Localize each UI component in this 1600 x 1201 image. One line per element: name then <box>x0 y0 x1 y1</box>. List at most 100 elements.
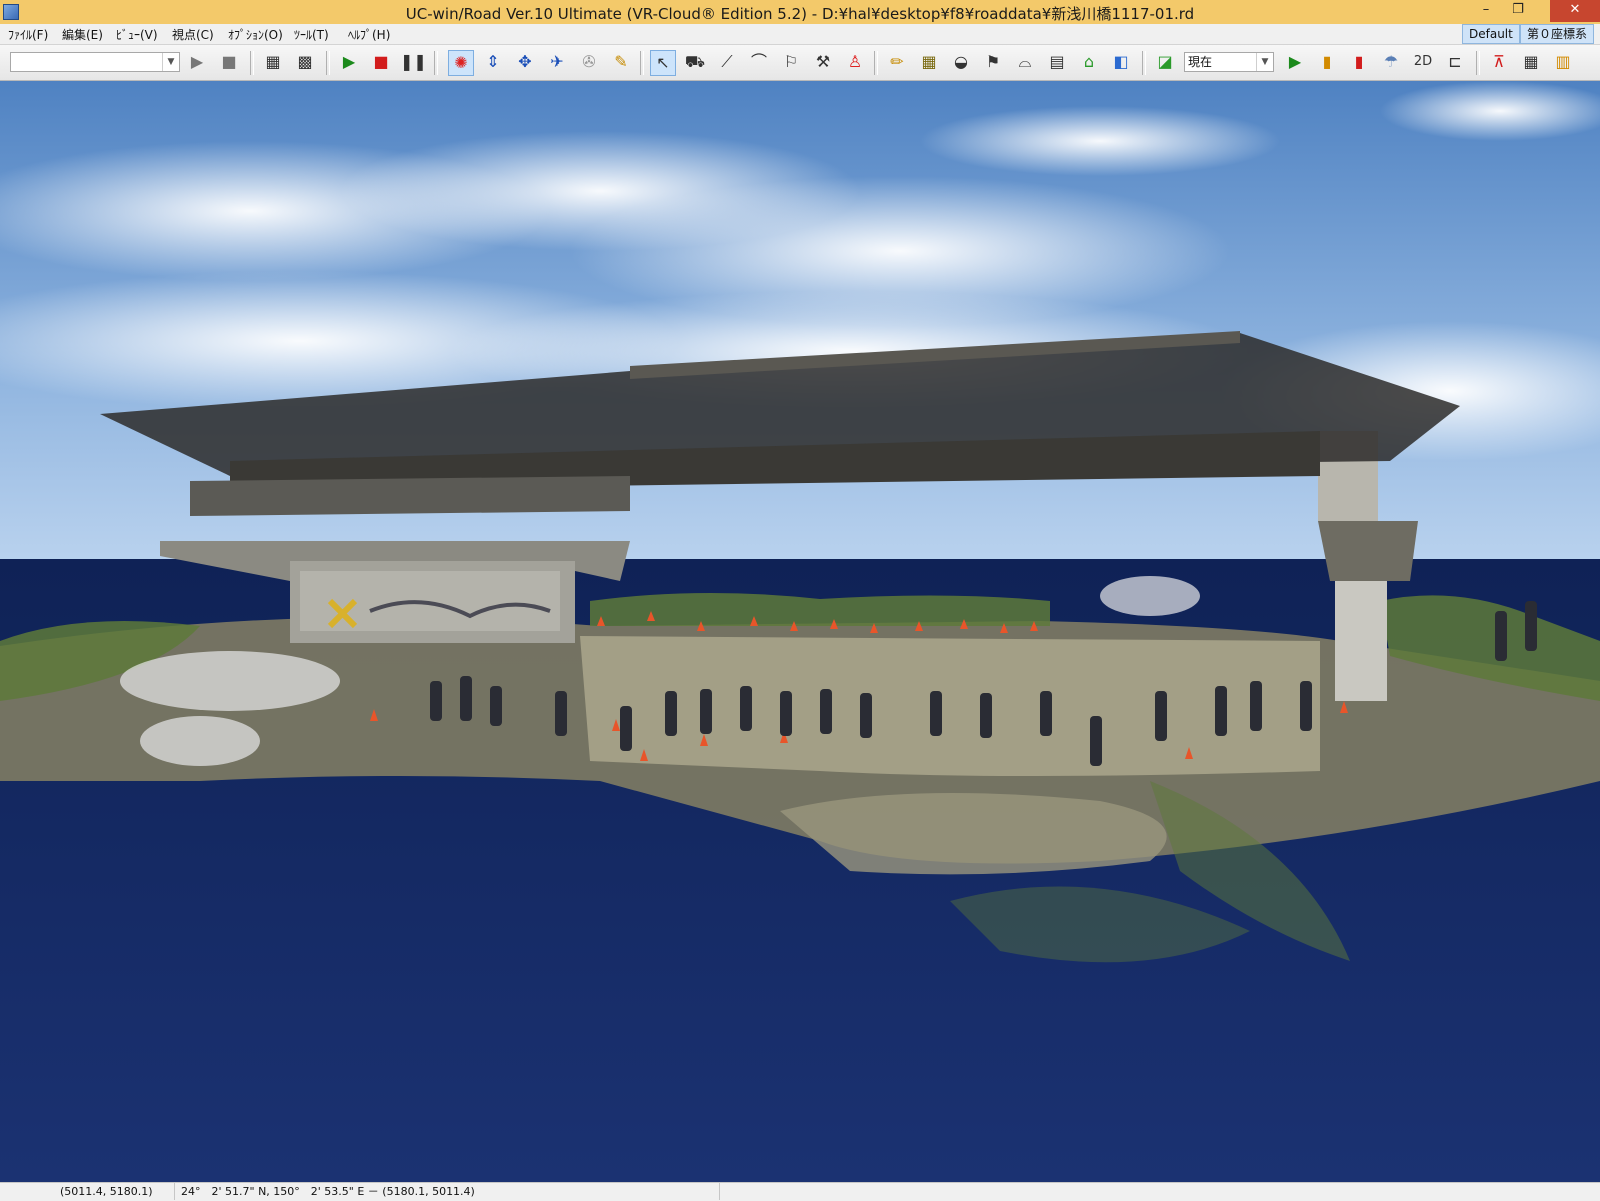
fly-button[interactable]: ✈ <box>544 50 570 76</box>
status-geo-coordinates: 24° 2' 51.7" N, 150° 2' 53.5" E － (5180.… <box>175 1183 720 1200</box>
coordinate-system-tag[interactable]: 第０座標系 <box>1520 24 1595 44</box>
close-button[interactable]: ✕ <box>1550 0 1600 22</box>
record-pause-button[interactable]: ❚❚ <box>400 50 427 76</box>
document-button[interactable]: ▤ <box>1044 50 1070 76</box>
overpass-icon: ⌓ <box>1018 52 1032 71</box>
toolbar: ▼ ▶ ■ ▦ ▩ ▶ ■ ❚❚ ✺ ⇕ ✥ ✈ ✇ ✎ ↖ ⛟ ⟋ ⌒ ⚐ ⚒… <box>0 45 1600 81</box>
map-grid-button[interactable]: ▦ <box>916 50 942 76</box>
menu-tools[interactable]: ﾂｰﾙ(T) <box>290 25 333 44</box>
properties-button[interactable]: ▥ <box>1550 50 1576 76</box>
walk-button[interactable]: ✎ <box>608 50 634 76</box>
bridge-button[interactable]: ⌒ <box>746 50 772 76</box>
status-empty <box>720 1183 1600 1200</box>
menu-edit[interactable]: 編集(E) <box>58 25 107 44</box>
menu-bar: ﾌｧｲﾙ(F) 編集(E) ﾋﾞｭｰ(V) 視点(C) ｵﾌﾟｼｮﾝ(O) ﾂｰ… <box>0 24 1600 45</box>
walk-icon: ✎ <box>614 52 628 71</box>
mode-2d-label: 2D <box>1413 54 1433 69</box>
film-settings-icon: ▩ <box>297 52 313 71</box>
sign-icon: ⚐ <box>783 52 799 71</box>
layout-button[interactable]: ▦ <box>1518 50 1544 76</box>
chart-icon: ◪ <box>1157 52 1173 71</box>
window-title: UC-win/Road Ver.10 Ultimate (VR-Cloud® E… <box>405 5 1195 23</box>
3d-viewport[interactable] <box>0 81 1600 1182</box>
vehicle-button[interactable]: ⛟ <box>682 50 708 76</box>
level-button[interactable]: ⊏ <box>1442 50 1468 76</box>
vertical-move-button[interactable]: ⇕ <box>480 50 506 76</box>
minimize-button[interactable]: – <box>1472 0 1500 22</box>
overpass-button[interactable]: ⌓ <box>1012 50 1038 76</box>
default-tag[interactable]: Default <box>1462 24 1520 44</box>
cross-section-icon: ⊼ <box>1493 52 1505 71</box>
film-settings-button[interactable]: ▩ <box>292 50 318 76</box>
character-button[interactable]: ♙ <box>842 50 868 76</box>
stop-button[interactable]: ■ <box>216 50 242 76</box>
chevron-down-icon: ▼ <box>1256 53 1273 71</box>
cube-icon: ◧ <box>1113 52 1129 71</box>
select-button[interactable]: ↖ <box>650 50 676 76</box>
helicopter-button[interactable]: ✇ <box>576 50 602 76</box>
traffic-icon: ▮ <box>1322 52 1332 71</box>
orbit-mode-button[interactable]: ✺ <box>448 50 474 76</box>
level-icon: ⊏ <box>1448 52 1462 71</box>
bridge-icon: ⌒ <box>750 52 767 71</box>
status-bar: (5011.4, 5180.1) 24° 2' 51.7" N, 150° 2'… <box>0 1182 1600 1201</box>
pointer-icon: ↖ <box>656 53 670 72</box>
add-model-icon: ⌂ <box>1083 52 1095 71</box>
maximize-button[interactable]: ❐ <box>1504 0 1532 22</box>
time-select-value: 現在 <box>1188 55 1213 69</box>
record-start-button[interactable]: ▶ <box>336 50 362 76</box>
rain-cloud-icon: ☂ <box>1383 52 1399 71</box>
stop-icon: ■ <box>221 52 237 71</box>
properties-icon: ▥ <box>1555 52 1571 71</box>
road-button[interactable]: ⟋ <box>714 50 740 76</box>
scene-render <box>0 81 1600 1182</box>
traffic-stop-icon: ▮ <box>1354 52 1364 71</box>
layout-icon: ▦ <box>1523 52 1539 71</box>
menu-viewpoint[interactable]: 視点(C) <box>168 25 218 44</box>
weather-button[interactable]: ☂ <box>1378 50 1404 76</box>
crane-button[interactable]: ⚒ <box>810 50 836 76</box>
record-start-icon: ▶ <box>342 52 356 71</box>
cube-button[interactable]: ◧ <box>1108 50 1134 76</box>
time-select[interactable]: 現在 ▼ <box>1184 52 1274 72</box>
edit-terrain-button[interactable]: ✏ <box>884 50 910 76</box>
riverbed-gravel <box>580 636 1320 776</box>
menu-view[interactable]: ﾋﾞｭｰ(V) <box>112 25 162 44</box>
time-play-button[interactable]: ▶ <box>1282 50 1308 76</box>
record-pause-icon: ❚❚ <box>400 52 427 71</box>
orbit-icon: ✺ <box>454 53 468 72</box>
map-grid-icon: ▦ <box>921 52 937 71</box>
menu-help[interactable]: ﾍﾙﾌﾟ(H) <box>344 25 394 44</box>
sign-button[interactable]: ⚐ <box>778 50 804 76</box>
crane-icon: ⚒ <box>815 52 831 71</box>
film-icon: ▦ <box>265 52 281 71</box>
tunnel-icon: ◒ <box>954 52 968 71</box>
ruler-icon: ✏ <box>890 52 904 71</box>
mode-2d-button[interactable]: 2D <box>1410 50 1436 76</box>
scenario-select[interactable]: ▼ <box>10 52 180 72</box>
tunnel-button[interactable]: ◒ <box>948 50 974 76</box>
road-icon: ⟋ <box>721 52 733 71</box>
pan-button[interactable]: ✥ <box>512 50 538 76</box>
traffic-stop-button[interactable]: ▮ <box>1346 50 1372 76</box>
film-button[interactable]: ▦ <box>260 50 286 76</box>
helicopter-icon: ✇ <box>582 52 596 71</box>
title-bar: UC-win/Road Ver.10 Ultimate (VR-Cloud® E… <box>0 0 1600 25</box>
airplane-icon: ✈ <box>550 52 564 71</box>
chart-button[interactable]: ◪ <box>1152 50 1178 76</box>
person-icon: ♙ <box>847 52 863 71</box>
document-icon: ▤ <box>1049 52 1065 71</box>
menu-options[interactable]: ｵﾌﾟｼｮﾝ(O) <box>224 25 287 44</box>
signpost-button[interactable]: ⚑ <box>980 50 1006 76</box>
traffic-button[interactable]: ▮ <box>1314 50 1340 76</box>
add-model-button[interactable]: ⌂ <box>1076 50 1102 76</box>
chevron-down-icon: ▼ <box>162 53 179 71</box>
cross-section-button[interactable]: ⊼ <box>1486 50 1512 76</box>
vertical-arrow-icon: ⇕ <box>486 52 500 71</box>
vehicle-icon: ⛟ <box>684 52 706 71</box>
record-stop-button[interactable]: ■ <box>368 50 394 76</box>
play-button[interactable]: ▶ <box>184 50 210 76</box>
signpost-icon: ⚑ <box>985 52 1001 71</box>
menu-file[interactable]: ﾌｧｲﾙ(F) <box>4 25 52 44</box>
record-stop-icon: ■ <box>373 52 389 71</box>
